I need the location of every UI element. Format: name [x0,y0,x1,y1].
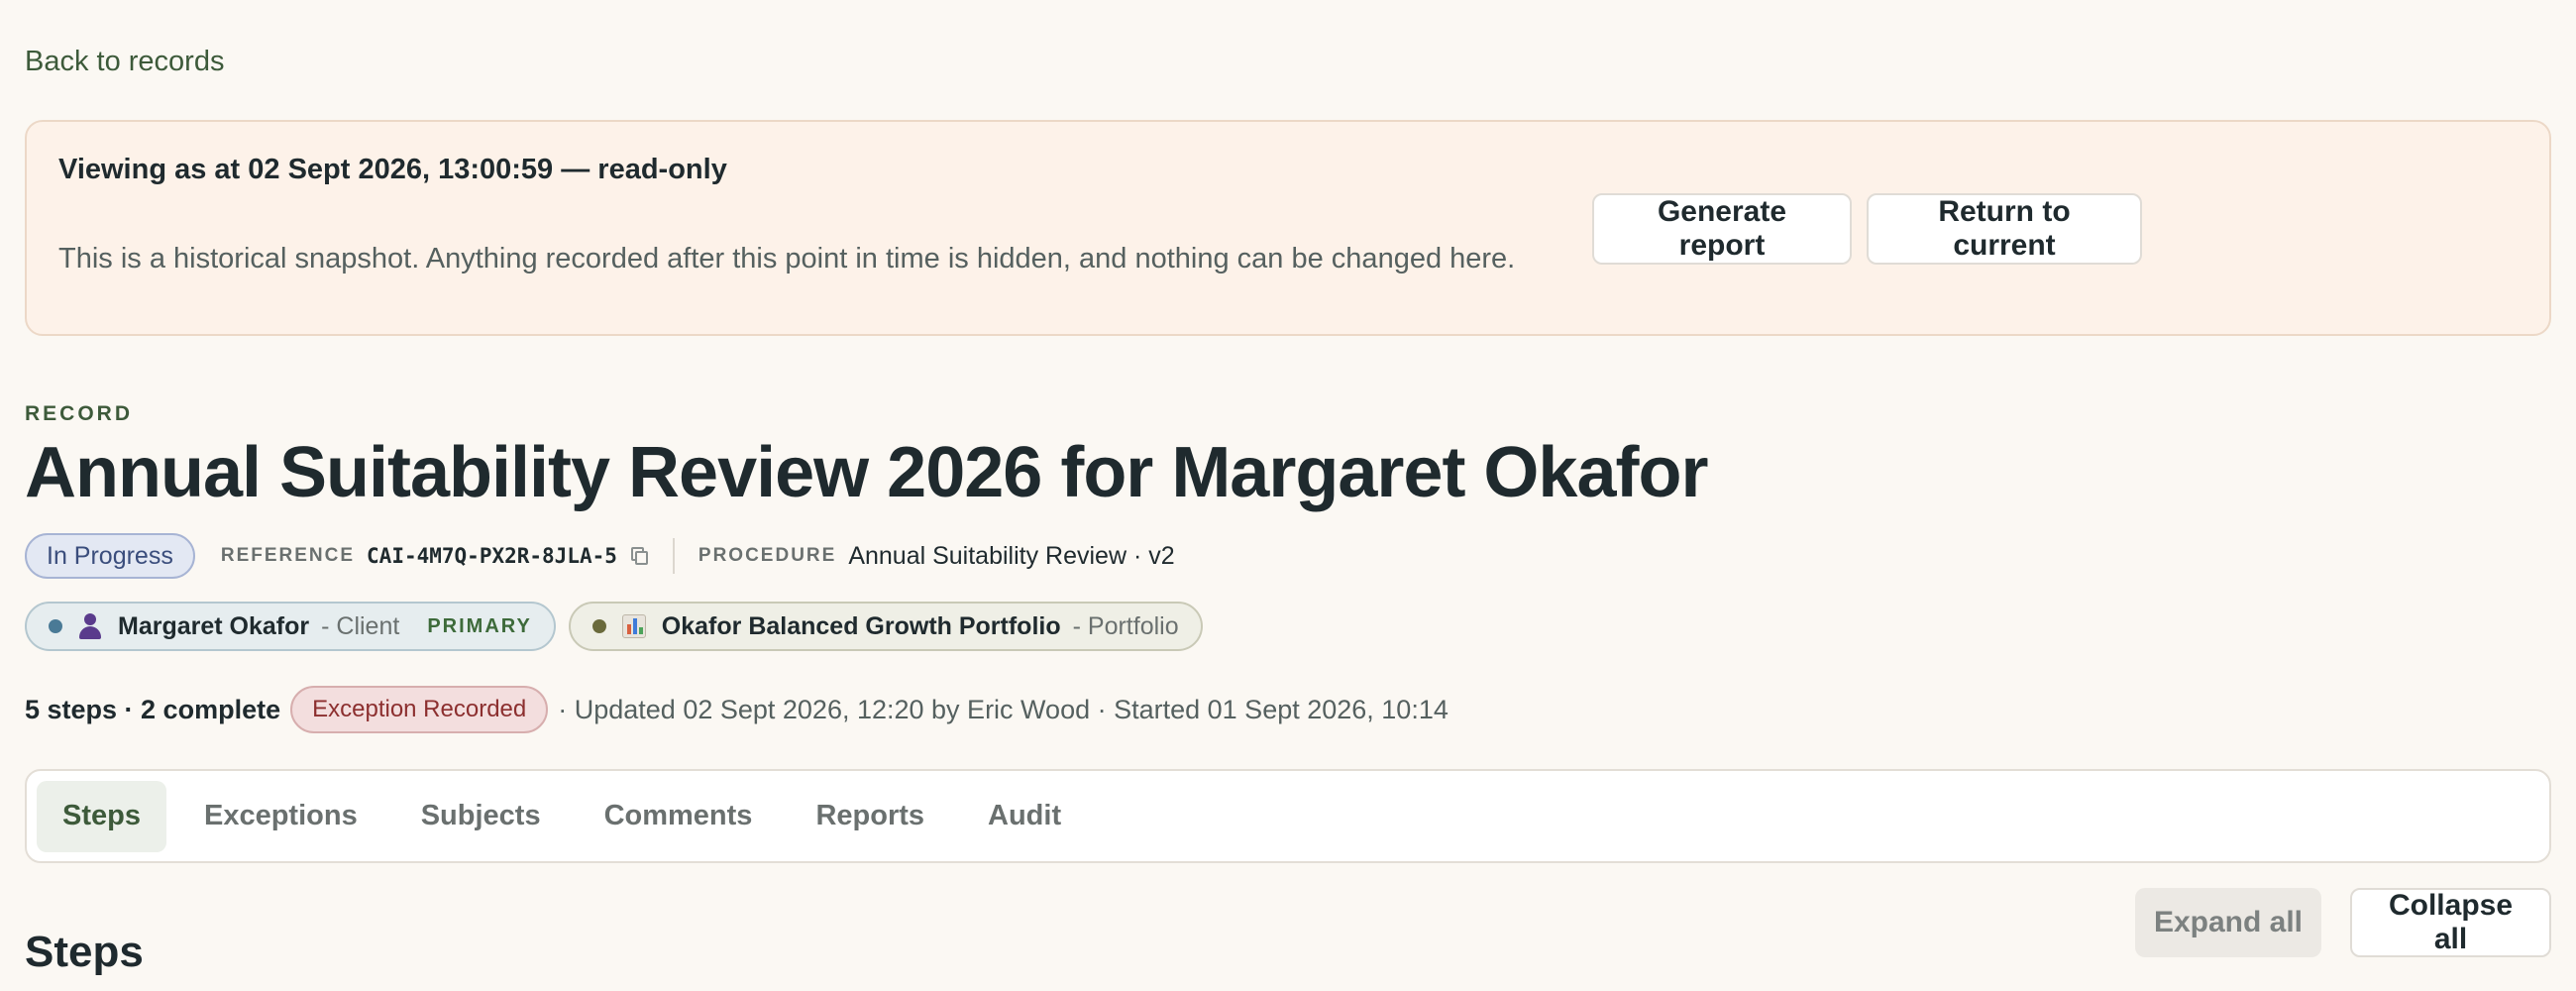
subject-name: Margaret Okafor [118,611,310,640]
copy-icon[interactable] [629,546,649,566]
updated-info: · Updated 02 Sept 2026, 12:20 by Eric Wo… [558,694,1449,724]
primary-tag: PRIMARY [427,614,532,637]
record-tabs: Steps Exceptions Subjects Comments Repor… [25,769,2551,863]
subject-role: - Client [321,611,400,640]
tab-exceptions[interactable]: Exceptions [178,781,383,852]
exception-badge: Exception Recorded [290,686,549,733]
bar-chart-icon [621,614,646,638]
record-summary-row: 5 steps · 2 complete Exception Recorded … [25,686,1449,733]
steps-progress: 5 steps · 2 complete [25,694,281,724]
record-eyebrow: RECORD [25,402,134,425]
return-to-current-button[interactable]: Return to current [1867,193,2142,265]
status-dot [49,619,62,633]
tab-comments[interactable]: Comments [579,781,779,852]
reference-group: REFERENCE CAI-4M7Q-PX2R-8JLA-5 [221,544,649,568]
meta-divider [672,538,675,574]
tab-subjects[interactable]: Subjects [395,781,567,852]
back-to-records-link[interactable]: Back to records [25,46,224,78]
subject-chip-portfolio[interactable]: Okafor Balanced Growth Portfolio - Portf… [568,602,1203,651]
reference-value: CAI-4M7Q-PX2R-8JLA-5 [367,544,617,568]
record-meta-row: In Progress REFERENCE CAI-4M7Q-PX2R-8JLA… [25,533,1175,579]
subject-role: - Portfolio [1072,611,1179,640]
steps-section-title: Steps [25,928,144,976]
subject-name: Okafor Balanced Growth Portfolio [661,611,1061,640]
tab-steps[interactable]: Steps [37,780,166,852]
generate-report-button[interactable]: Generate report [1592,193,1852,265]
status-dot [591,619,606,633]
procedure-value: Annual Suitability Review · v2 [848,541,1175,570]
tab-reports[interactable]: Reports [790,781,950,852]
procedure-label: PROCEDURE [698,545,837,566]
status-badge: In Progress [25,533,195,579]
subject-chip-client[interactable]: Margaret Okafor - Client PRIMARY [25,602,556,651]
snapshot-banner: Viewing as at 02 Sept 2026, 13:00:59 — r… [25,120,2551,336]
snapshot-description: This is a historical snapshot. Anything … [58,243,1516,275]
procedure-group: PROCEDURE Annual Suitability Review · v2 [698,542,1175,571]
reference-label: REFERENCE [220,545,356,566]
expand-all-button[interactable]: Expand all [2135,888,2321,957]
snapshot-title: Viewing as at 02 Sept 2026, 13:00:59 — r… [58,154,727,185]
page-title: Annual Suitability Review 2026 for Marga… [25,433,1708,512]
subjects-row: Margaret Okafor - Client PRIMARY Okafor … [25,602,1203,651]
record-detail-page: Back to records Viewing as at 02 Sept 20… [0,0,2576,991]
tab-audit[interactable]: Audit [962,781,1087,852]
person-icon [78,613,102,639]
collapse-all-button[interactable]: Collapse all [2350,888,2551,957]
